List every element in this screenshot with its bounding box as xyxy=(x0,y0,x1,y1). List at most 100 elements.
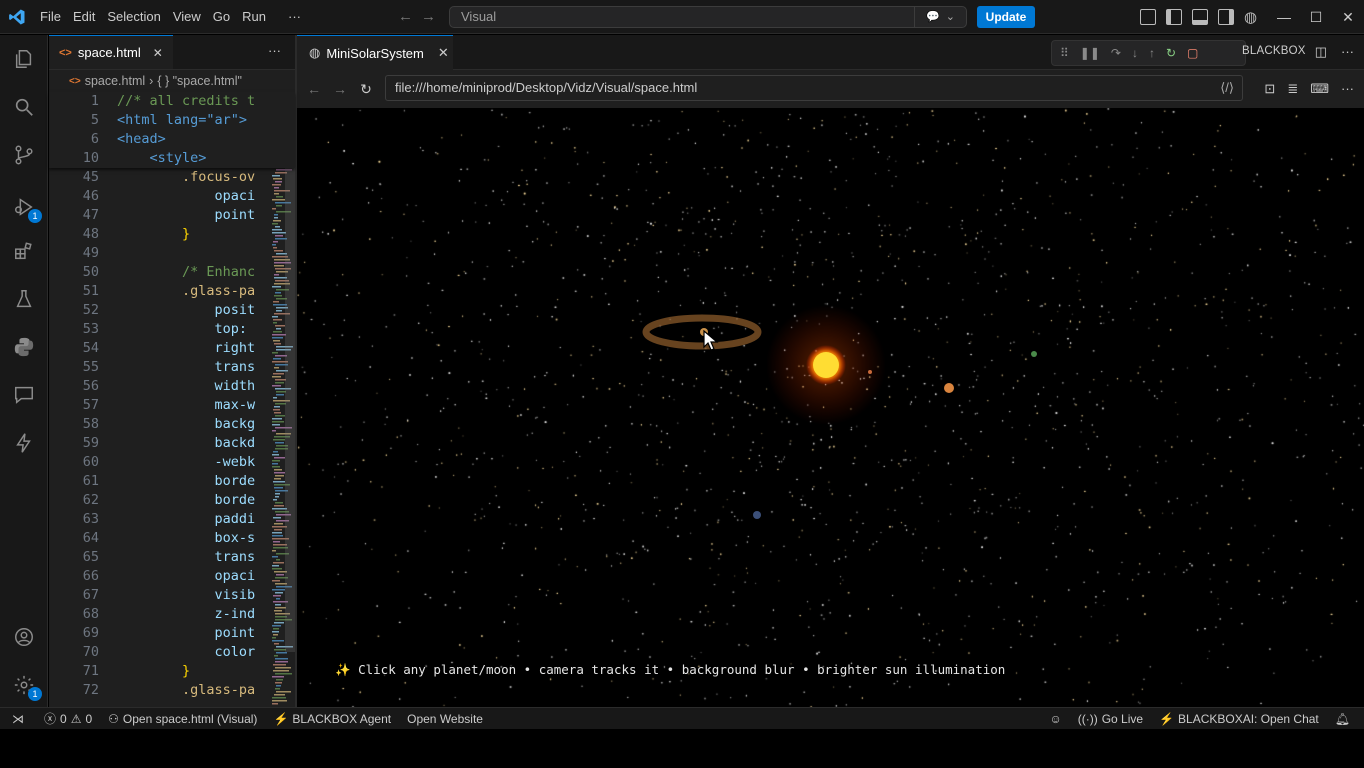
command-center-label: Visual xyxy=(461,9,497,24)
code-line: 60 -webk xyxy=(49,453,295,472)
close-window-icon[interactable]: ✕ xyxy=(1332,0,1364,34)
debug-config-label[interactable]: BLACKBOX xyxy=(1242,45,1306,57)
menu-file[interactable]: File xyxy=(34,0,67,34)
code-line: 58 backg xyxy=(49,415,295,434)
account-icon[interactable] xyxy=(12,625,36,649)
planet-blue[interactable] xyxy=(753,511,761,519)
line-number: 71 xyxy=(82,663,99,679)
breadcrumb-file[interactable]: space.html xyxy=(85,74,145,88)
preview-icon[interactable]: ⊡ xyxy=(1264,81,1275,97)
update-button[interactable]: Update xyxy=(977,6,1035,28)
tab-minisolarsystem[interactable]: ◍ MiniSolarSystem ✕ xyxy=(297,35,453,70)
line-number: 66 xyxy=(82,568,99,584)
planet-small[interactable] xyxy=(868,370,872,374)
line-text: .focus-ov xyxy=(117,169,256,185)
line-text: opaci xyxy=(117,568,256,584)
line-text: <style> xyxy=(117,150,207,166)
restart-icon[interactable]: ↻ xyxy=(1166,46,1176,60)
open-website-item[interactable]: Open Website xyxy=(399,708,491,730)
split-editor-icon[interactable]: ◫ xyxy=(1315,44,1327,60)
step-out-icon[interactable]: ↑ xyxy=(1149,46,1155,60)
terminal-icon[interactable]: ⌨ xyxy=(1310,81,1329,97)
extensions-icon[interactable] xyxy=(12,239,36,263)
globe-icon[interactable]: ◍ xyxy=(1244,8,1257,26)
search-icon[interactable] xyxy=(12,95,36,119)
open-chat-item[interactable]: ⚡ BLACKBOXAI: Open Chat xyxy=(1151,708,1327,730)
copilot-item[interactable]: ☺ xyxy=(1041,708,1069,730)
planet-green[interactable] xyxy=(1031,351,1037,357)
editor-scrollbar[interactable] xyxy=(285,92,295,652)
url-input[interactable]: file:///home/miniprod/Desktop/Vidz/Visua… xyxy=(385,75,1243,101)
step-over-icon[interactable]: ↷ xyxy=(1111,46,1121,60)
run-debug-icon[interactable]: 1 xyxy=(12,195,42,223)
menu-go[interactable]: Go xyxy=(207,0,236,34)
line-number: 10 xyxy=(82,150,99,166)
remote-icon: ⋊ xyxy=(12,711,24,726)
drag-handle-icon[interactable]: ⠿ xyxy=(1060,46,1069,60)
chat-icon[interactable] xyxy=(12,383,36,407)
maximize-icon[interactable]: ☐ xyxy=(1300,0,1332,34)
toggle-panel-icon[interactable] xyxy=(1192,9,1208,25)
python-icon[interactable] xyxy=(12,335,36,359)
open-file-item[interactable]: ⚇ Open space.html (Visual) xyxy=(100,708,265,730)
reader-icon[interactable]: ≣ xyxy=(1287,81,1298,97)
minimize-icon[interactable]: — xyxy=(1268,0,1300,34)
blackbox-agent-item[interactable]: ⚡ BLACKBOX Agent xyxy=(265,708,399,730)
breadcrumb-symbol[interactable]: { } "space.html" xyxy=(157,74,242,88)
code-area[interactable]: 1 //* all credits t 5 <html lang="ar"> 6 <h… xyxy=(49,92,295,700)
forward-icon[interactable]: → xyxy=(327,81,353,97)
line-number: 1 xyxy=(90,93,99,109)
line-text: trans xyxy=(117,549,256,565)
step-into-icon[interactable]: ↓ xyxy=(1132,46,1138,60)
explorer-icon[interactable] xyxy=(12,47,36,71)
error-icon: ⓧ xyxy=(44,712,57,726)
go-live-item[interactable]: ((·)) Go Live xyxy=(1070,708,1151,730)
line-text: //* all credits t xyxy=(117,93,256,109)
close-tab-icon[interactable]: ✕ xyxy=(153,46,163,60)
line-number: 62 xyxy=(82,492,99,508)
code-line: 68 z-ind xyxy=(49,605,295,624)
back-arrow-icon[interactable]: ← xyxy=(398,8,413,25)
settings-gear-icon[interactable]: 1 xyxy=(12,673,42,701)
line-number: 53 xyxy=(82,321,99,337)
back-icon[interactable]: ← xyxy=(301,81,327,97)
menu-view[interactable]: View xyxy=(167,0,207,34)
bell-icon: 🔔︎ xyxy=(1334,712,1350,726)
code-line: 61 borde xyxy=(49,472,295,491)
source-control-icon[interactable] xyxy=(12,143,36,167)
menu-more[interactable]: ··· xyxy=(282,0,307,34)
line-number: 54 xyxy=(82,340,99,356)
customize-layout-icon[interactable] xyxy=(1140,9,1156,25)
menu-edit[interactable]: Edit xyxy=(67,0,101,34)
code-line: 59 backd xyxy=(49,434,295,453)
menu-run[interactable]: Run xyxy=(236,0,272,34)
tab-space-html[interactable]: <> space.html ✕ xyxy=(49,35,173,69)
solar-system-viewport[interactable]: ✨ Click any planet/moon • camera tracks … xyxy=(297,108,1364,707)
testing-icon[interactable] xyxy=(12,287,36,311)
close-tab-icon[interactable]: ✕ xyxy=(438,45,449,61)
menu-selection[interactable]: Selection xyxy=(101,0,166,34)
more-actions-icon[interactable]: ··· xyxy=(268,43,281,58)
command-center[interactable]: Visual 💬 ⌄ xyxy=(449,6,967,28)
toggle-secondary-sidebar-icon[interactable] xyxy=(1218,9,1234,25)
remote-indicator[interactable]: ⋊ xyxy=(0,708,36,730)
open-chat-label: BLACKBOXAI: Open Chat xyxy=(1178,712,1319,726)
line-text: paddi xyxy=(117,511,256,527)
chat-dropdown[interactable]: 💬 ⌄ xyxy=(914,7,966,27)
line-number: 55 xyxy=(82,359,99,375)
more-actions-icon[interactable]: ··· xyxy=(1341,44,1354,60)
reload-icon[interactable]: ↻ xyxy=(353,81,379,98)
notifications-item[interactable]: 🔔︎ xyxy=(1327,708,1358,730)
blackbox-icon[interactable] xyxy=(12,431,36,455)
stop-icon[interactable]: ▢ xyxy=(1187,46,1198,60)
code-icon[interactable]: ⟨/⟩ xyxy=(1220,76,1234,100)
problems-indicator[interactable]: ⓧ 0 ⚠ 0 xyxy=(36,708,100,730)
line-text: max-w xyxy=(117,397,256,413)
code-line: 10 <style> xyxy=(49,149,295,168)
code-line: 67 visib xyxy=(49,586,295,605)
pause-icon[interactable]: ❚❚ xyxy=(1080,46,1100,60)
more-actions-icon[interactable]: ··· xyxy=(1341,81,1354,97)
planet-orange[interactable] xyxy=(944,383,954,393)
forward-arrow-icon[interactable]: → xyxy=(421,8,436,25)
toggle-primary-sidebar-icon[interactable] xyxy=(1166,9,1182,25)
